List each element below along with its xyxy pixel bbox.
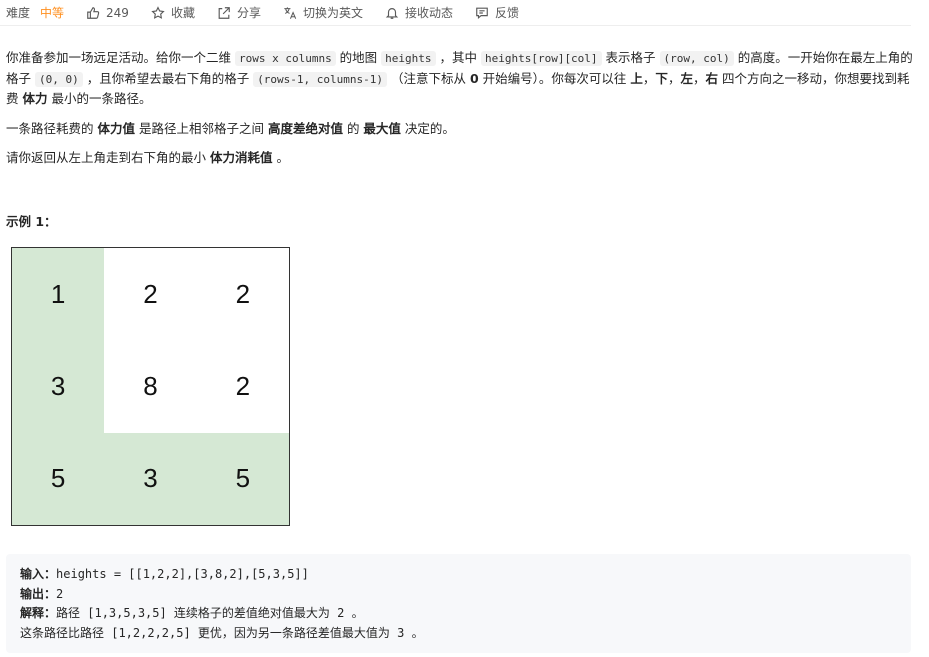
text-segment: 决定的。 (400, 120, 455, 136)
text-segment: 的地图 (335, 50, 382, 65)
like-count: 249 (106, 5, 129, 20)
input-value: heights = [[1,2,2],[3,8,2],[5,3,5]] (56, 567, 309, 581)
example-explain-line-2: 这条路径比路径 [1,2,2,2,5] 更优，因为另一条路径差值最大值为 3 。 (20, 625, 424, 640)
text-segment: ， (642, 70, 656, 86)
example-output-line: 输出：2 (20, 585, 897, 605)
text-segment: 最小的一条路径。 (47, 91, 152, 106)
bold-text: 体力值 (97, 120, 135, 136)
subscribe-label: 接收动态 (404, 6, 453, 20)
share-icon (217, 6, 231, 20)
text-segment: ，其中 (435, 50, 481, 65)
thumbs-up-icon (86, 6, 100, 20)
share-label: 分享 (236, 6, 261, 20)
text-segment: 是路径上相邻格子之间 (135, 120, 268, 136)
feedback-button[interactable]: 反馈 (475, 4, 519, 21)
text-segment: 表示格子 (601, 50, 660, 65)
description-paragraph-2: 一条路径耗费的 体力值 是路径上相邻格子之间 高度差绝对值 的 最大值 决定的。 (6, 119, 916, 139)
example-grid: 1 2 2 3 8 2 535 (11, 247, 290, 526)
text-segment: 你准备参加一场远足活动。给你一个二维 (6, 50, 235, 65)
inline-code: (row, col) (659, 51, 734, 66)
feedback-icon (475, 6, 489, 20)
inline-code: rows x columns (234, 51, 336, 66)
output-label: 输出： (20, 586, 57, 601)
difficulty: 难度 中等 (6, 4, 64, 21)
bold-text: 右 (705, 70, 718, 86)
favorite-button[interactable]: 收藏 (151, 4, 195, 21)
bold-text: 体力消耗值 (209, 150, 273, 165)
feedback-label: 反馈 (495, 6, 520, 20)
explain-label: 解释： (20, 606, 57, 620)
subscribe-button[interactable]: 接收动态 (385, 4, 453, 21)
description-paragraph-3: 请你返回从左上角走到右下角的最小 体力消耗值 。 (6, 148, 916, 168)
grid-cell: 1 (12, 248, 105, 341)
bell-icon (385, 6, 399, 20)
input-label: 输入： (20, 567, 57, 581)
translate-label: 切换为英文 (302, 6, 363, 20)
text-segment: ， (692, 70, 706, 86)
example-explain-line: 解释：路径 [1,3,5,3,5] 连续格子的差值绝对值最大为 2 。 (20, 604, 897, 624)
grid-cell: 5 (12, 432, 105, 525)
text-segment: 。 (272, 150, 289, 165)
problem-description: 你准备参加一场远足活动。给你一个二维 rows x columns 的地图 he… (6, 48, 916, 168)
star-icon (151, 5, 165, 20)
example-input-line: 输入：heights = [[1,2,2],[3,8,2],[5,3,5]] (20, 565, 897, 585)
bold-text: 体力 (22, 91, 48, 106)
translate-button[interactable]: 切换为英文 (283, 4, 363, 21)
text-segment: 请你返回从左上角走到右下角的最小 (6, 150, 210, 165)
text-segment: 的 (342, 120, 364, 136)
example-title: 示例 1： (6, 214, 57, 229)
bold-text: 左 (680, 70, 693, 86)
bold-text: 最大值 (363, 120, 401, 136)
text-segment: 一条路径耗费的 (6, 120, 98, 136)
text-segment: 开始编号）。你每次可以往 (478, 70, 631, 86)
text-segment: （注意下标从 (387, 70, 470, 86)
like-button[interactable]: 249 (86, 6, 129, 20)
text-segment: ，且你希望去最右下角的格子 (82, 70, 254, 86)
bold-text: 上 (630, 70, 643, 86)
difficulty-value: 中等 (40, 6, 65, 20)
favorite-label: 收藏 (170, 6, 195, 20)
translate-icon (283, 6, 297, 20)
inline-code: heights (381, 51, 436, 66)
grid-cell: 2 (235, 278, 251, 309)
grid-cell: 2 (235, 370, 251, 401)
grid-cell: 5 (196, 432, 289, 525)
example-code-block: 输入：heights = [[1,2,2],[3,8,2],[5,3,5]] 输… (6, 554, 911, 653)
inline-code: heights[row][col] (480, 51, 602, 66)
bold-text: 下 (655, 70, 668, 86)
output-value: 2 (56, 586, 64, 601)
inline-code: (rows-1, columns-1) (253, 71, 388, 87)
description-paragraph-1: 你准备参加一场远足活动。给你一个二维 rows x columns 的地图 he… (6, 48, 916, 109)
grid-cell: 2 (143, 278, 158, 309)
bold-text: 0 (469, 70, 479, 86)
explain-value: 路径 [1,3,5,3,5] 连续格子的差值绝对值最大为 2 。 (56, 606, 364, 620)
grid-cell: 3 (12, 340, 105, 433)
text-segment: ， (667, 70, 681, 86)
bold-text: 高度差绝对值 (267, 120, 343, 136)
inline-code: (0, 0) (34, 71, 83, 87)
problem-toolbar: 难度 中等 249 收藏 分享 切换为英文 接收动态 反馈 (0, 0, 911, 26)
share-button[interactable]: 分享 (217, 4, 261, 21)
grid-cell: 8 (143, 370, 158, 401)
difficulty-label: 难度 (6, 6, 31, 20)
grid-cell: 3 (104, 432, 197, 525)
